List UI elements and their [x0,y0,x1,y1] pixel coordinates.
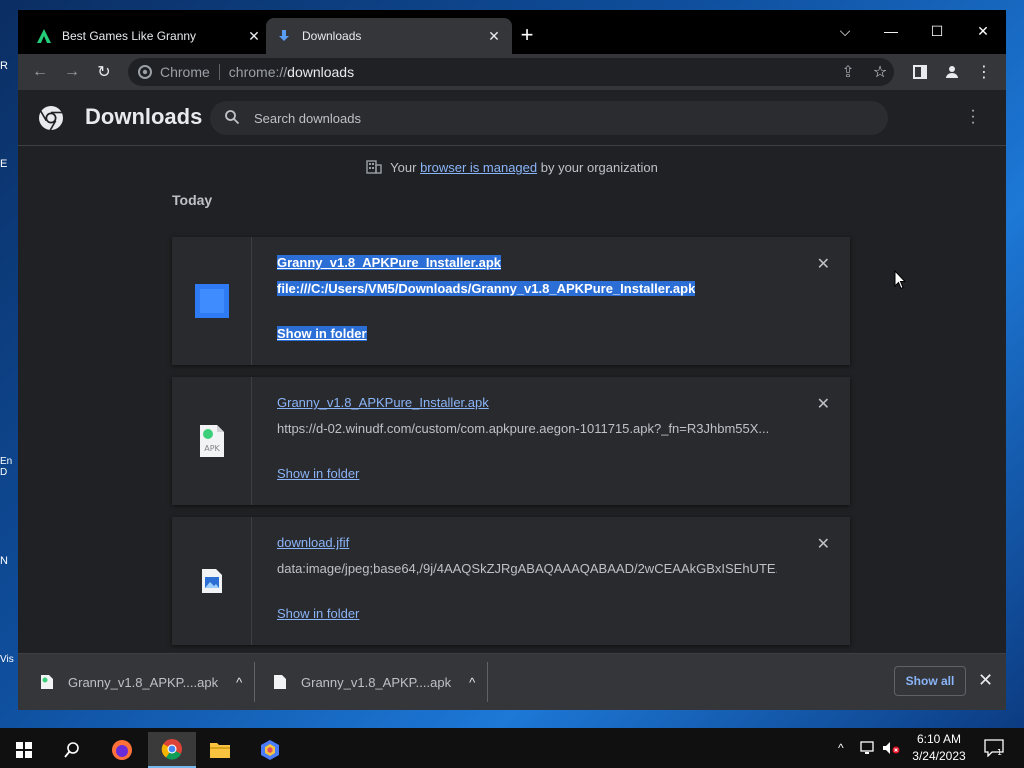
svg-text:APK: APK [204,444,220,453]
download-url: file:///C:/Users/VM5/Downloads/Granny_v1… [277,281,696,296]
download-url: https://d-02.winudf.com/custom/com.apkpu… [277,421,770,436]
desktop-icon-label[interactable]: E [0,158,18,170]
firefox-icon[interactable] [98,732,146,768]
new-tab-button[interactable]: + [516,24,538,46]
close-window-button[interactable]: ✕ [960,16,1006,46]
download-item: APK Granny_v1.8_APKPure_Installer.apk ht… [172,377,850,505]
remove-download-icon[interactable]: ✕ [817,394,830,414]
shelf-download-item[interactable]: Granny_v1.8_APKP....apk ^ [251,662,481,702]
volume-muted-icon[interactable] [882,728,900,768]
close-icon[interactable]: ✕ [246,28,262,44]
clock-date: 3/24/2023 [912,749,966,763]
download-url: data:image/jpeg;base64,/9j/4AAQSkZJRgABA… [277,561,777,576]
managed-notice: Your browser is managed by your organiza… [18,160,1006,177]
chrome-logo-icon [39,106,63,131]
shelf-download-item[interactable]: Granny_v1.8_APKP....apk ^ [18,662,248,702]
tab-title: Downloads [302,29,362,43]
tab-downloads[interactable]: Downloads ✕ [266,18,512,54]
downloads-header: Downloads Search downloads · · · [18,90,1006,146]
tab-best-games[interactable]: Best Games Like Granny ✕ [26,18,272,54]
shelf-divider [487,662,488,702]
desktop-icon-label[interactable]: En D [0,456,18,478]
toolbar: ← → ↻ Chrome chrome://downloads ⇪ ☆ ⋮ [18,54,1006,90]
side-panel-icon[interactable] [908,60,932,84]
file-icon-column [172,517,252,645]
tab-strip: Best Games Like Granny ✕ Downloads ✕ + ⌵… [18,10,1006,54]
download-shelf: Granny_v1.8_APKP....apk ^ Granny_v1.8_AP… [18,653,1006,710]
show-all-button[interactable]: Show all [894,666,966,696]
minimize-button[interactable]: — [868,16,914,46]
downloads-page: Downloads Search downloads · · · Your brow… [18,90,1006,653]
mouse-cursor-icon [894,270,906,290]
file-icon-column: APK [172,377,252,505]
image-file-icon [201,569,222,593]
share-icon[interactable]: ⇪ [836,60,860,84]
apk-file-icon [41,675,53,689]
chrome-taskbar-icon[interactable] [148,732,196,768]
building-icon [366,160,382,177]
chevron-up-icon[interactable]: ^ [469,675,475,690]
app-hexagon-icon[interactable] [246,732,294,768]
menu-icon[interactable]: ⋮ [972,60,996,84]
shelf-item-label: Granny_v1.8_APKP....apk [68,674,219,690]
url-host: downloads [287,64,355,80]
managed-prefix: Your [390,160,421,175]
download-filename-link[interactable]: Granny_v1.8_APKPure_Installer.apk [277,395,489,410]
remove-download-icon[interactable]: ✕ [817,254,830,274]
notification-center-icon[interactable]: 1 [984,728,1004,768]
reload-icon[interactable]: ↻ [92,60,116,84]
clock-time: 6:10 AM [916,732,962,746]
desktop-icon-label[interactable]: R [0,60,18,72]
close-icon[interactable]: ✕ [486,28,502,44]
profile-icon[interactable] [940,60,964,84]
file-icon [274,675,286,689]
download-item: Granny_v1.8_APKPure_Installer.apk file:/… [172,237,850,365]
tab-title: Best Games Like Granny [62,29,197,43]
download-item: download.jfif data:image/jpeg;base64,/9j… [172,517,850,645]
search-icon [224,109,240,128]
url-separator [218,64,220,80]
url-label: Chrome [160,64,210,80]
file-icon-column [172,237,252,365]
desktop-icon-label[interactable]: Vis [0,654,18,665]
download-icon [276,28,292,44]
show-in-folder-link[interactable]: Show in folder [277,326,367,341]
apkpure-icon [36,28,52,44]
shelf-item-label: Granny_v1.8_APKP....apk [301,674,452,690]
download-filename-link[interactable]: Granny_v1.8_APKPure_Installer.apk [277,255,502,270]
search-icon[interactable] [48,732,96,768]
close-shelf-icon[interactable]: ✕ [978,670,993,691]
more-options-icon[interactable]: · · · [970,103,976,131]
show-in-folder-link[interactable]: Show in folder [277,606,359,621]
apk-file-icon: APK [199,425,224,457]
blue-file-icon [194,284,229,318]
windows-start-icon[interactable] [0,732,48,768]
address-bar[interactable]: Chrome chrome://downloads [128,58,894,86]
tab-search-button[interactable]: ⌵ [822,16,868,46]
bookmark-star-icon[interactable]: ☆ [868,60,892,84]
desktop-icon-label[interactable]: N [0,555,18,567]
chrome-window: Best Games Like Granny ✕ Downloads ✕ + ⌵… [18,10,1006,710]
show-hidden-icons[interactable]: ^ [838,728,844,768]
maximize-button[interactable]: ☐ [914,16,960,46]
show-in-folder-link[interactable]: Show in folder [277,466,359,481]
url-scheme: chrome:// [228,64,288,80]
page-title: Downloads [85,104,203,129]
file-explorer-icon[interactable] [196,732,244,768]
taskbar: ^ 6:10 AM 3/24/2023 1 [0,728,1024,768]
notification-count: 1 [997,748,1002,757]
managed-link[interactable]: browser is managed [420,160,537,175]
managed-suffix: by your organization [537,160,658,175]
download-filename-link[interactable]: download.jfif [277,535,349,550]
forward-icon[interactable]: → [60,60,84,84]
back-icon[interactable]: ← [28,60,52,84]
clock[interactable]: 6:10 AM 3/24/2023 [904,731,974,765]
chevron-up-icon[interactable]: ^ [236,675,242,690]
search-downloads-input[interactable]: Search downloads [210,101,888,135]
chrome-icon [138,65,152,79]
date-section-label: Today [172,192,213,208]
network-icon[interactable] [860,728,878,768]
remove-download-icon[interactable]: ✕ [817,534,830,554]
search-placeholder: Search downloads [254,110,361,126]
